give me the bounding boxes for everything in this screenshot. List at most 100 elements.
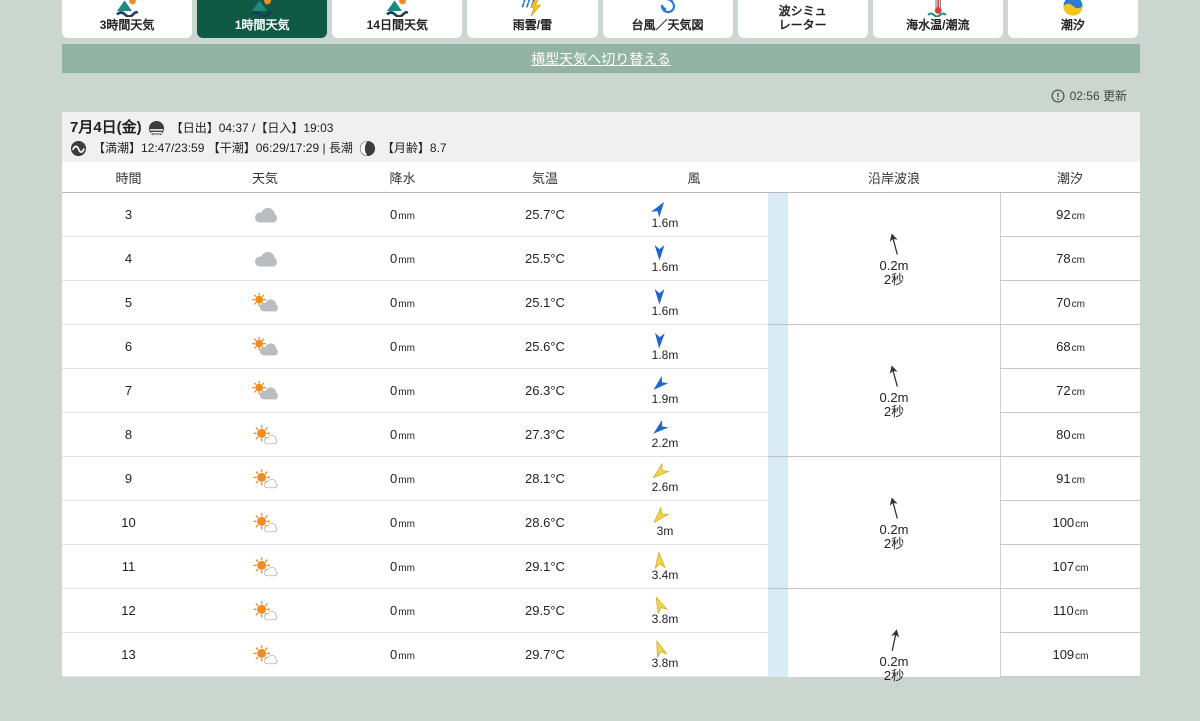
wind-cell: 2.2m	[620, 413, 768, 457]
table-header-row: 時間 天気 降水 気温 風 沿岸波浪 潮汐	[62, 162, 1140, 193]
seatemp-icon	[926, 0, 950, 17]
tab-wave-simulator[interactable]: 波シミュ レーター	[737, 0, 868, 38]
wind-direction-arrow	[651, 288, 668, 305]
header-temp: 気温	[531, 170, 558, 186]
weather-icon-partly	[250, 379, 280, 403]
header-tide: 潮汐	[1056, 170, 1083, 186]
date-label: 7月4日(金)	[70, 119, 142, 136]
sunrise-sunset-times: 【日出】04:37 /【日入】19:03	[170, 121, 334, 135]
tide-cell: 110 cm	[1000, 589, 1140, 633]
weather-icon-cloudy	[250, 203, 280, 227]
temp-cell: 28.1 °C	[470, 457, 620, 501]
wave-group: 0.2m 2秒	[788, 589, 1000, 721]
weather-cell	[195, 281, 335, 325]
weather-cell	[195, 369, 335, 413]
wind-direction-arrow	[650, 551, 668, 569]
hour-cell: 13	[62, 633, 195, 677]
tide-cell: 91 cm	[1000, 457, 1140, 501]
weather-icon-partly	[250, 291, 280, 315]
temp-cell: 26.3 °C	[470, 369, 620, 413]
tab-typhoon-map[interactable]: 台風／天気図	[602, 0, 733, 38]
wave-group: 0.2m 2秒	[788, 457, 1000, 589]
wave-gutter	[768, 369, 788, 413]
header-coastal-waves: 沿岸波浪	[867, 170, 920, 186]
wind-cell: 3.4m	[620, 545, 768, 589]
tab-label: 雨雲/雷	[512, 18, 553, 33]
weather-cell	[195, 545, 335, 589]
weather-nav-tabs: 3時間天気 1時間天気 14日間天気 雨雲/雷 台風／天気図 波シミュ レーター…	[62, 0, 1138, 38]
temp-cell: 25.1 °C	[470, 281, 620, 325]
precip-cell: 0 mm	[335, 589, 470, 633]
moon-age: 【月齢】8.7	[381, 141, 447, 155]
wave-direction-arrow	[884, 361, 903, 389]
tide-cell: 78 cm	[1000, 237, 1140, 281]
header-wind: 風	[687, 170, 701, 186]
wave-period: 2秒	[883, 535, 905, 551]
wave-height: 0.2m	[879, 654, 909, 669]
tide-wave-icon	[70, 140, 87, 157]
temp-cell: 29.7 °C	[470, 633, 620, 677]
rain-icon	[520, 0, 544, 17]
wind-cell: 1.9m	[620, 369, 768, 413]
wind-speed: 3.4m	[651, 567, 679, 582]
tab-label: 1時間天気	[234, 18, 290, 33]
layout-switch-banner: 横型天気へ切り替える	[62, 44, 1140, 73]
moon-phase-icon	[359, 140, 376, 157]
tab-label: 3時間天気	[99, 18, 155, 33]
wave-gutter	[768, 633, 788, 677]
weather-icon-sunny	[250, 599, 280, 623]
wind-direction-arrow	[651, 244, 668, 261]
switch-to-horizontal-link[interactable]: 横型天気へ切り替える	[531, 49, 671, 69]
typhoon-icon	[656, 0, 680, 17]
scene-icon	[115, 0, 139, 17]
temp-cell: 29.5 °C	[470, 589, 620, 633]
hour-cell: 12	[62, 589, 195, 633]
wind-speed: 1.8m	[651, 347, 679, 362]
wind-cell: 1.6m	[620, 193, 768, 237]
header-time: 時間	[115, 170, 142, 186]
tide-cell: 107 cm	[1000, 545, 1140, 589]
temp-cell: 27.3 °C	[470, 413, 620, 457]
hour-cell: 7	[62, 369, 195, 413]
temp-cell: 29.1 °C	[470, 545, 620, 589]
precip-cell: 0 mm	[335, 193, 470, 237]
wave-gutter	[768, 501, 788, 545]
tab-label: 14日間天気	[366, 18, 428, 33]
precip-cell: 0 mm	[335, 501, 470, 545]
weather-icon-sunny	[250, 511, 280, 535]
hourly-weather-table: 時間 天気 降水 気温 風 沿岸波浪 潮汐 0.2m 2秒 0.2m 2秒 0.…	[62, 162, 1140, 683]
wind-cell: 3m	[620, 501, 768, 545]
update-time-text: 02:56 更新	[1069, 89, 1127, 103]
temp-cell: 25.7 °C	[470, 193, 620, 237]
weather-cell	[195, 589, 335, 633]
wave-gutter	[768, 413, 788, 457]
precip-cell: 0 mm	[335, 281, 470, 325]
tab-label: 海水温/潮流	[906, 18, 970, 33]
wave-direction-arrow	[884, 493, 903, 521]
weather-cell	[195, 501, 335, 545]
wind-speed: 1.6m	[651, 215, 679, 230]
tidec-icon	[1061, 0, 1085, 17]
tide-cell: 72 cm	[1000, 369, 1140, 413]
tab-rain-radar[interactable]: 雨雲/雷	[467, 0, 598, 38]
weather-icon-partly	[250, 335, 280, 359]
scene-icon	[385, 0, 409, 17]
tab-sea-temp-current[interactable]: 海水温/潮流	[872, 0, 1003, 38]
weather-cell	[195, 633, 335, 677]
wind-cell: 2.6m	[620, 457, 768, 501]
wave-period: 2秒	[883, 668, 905, 683]
wind-speed: 1.6m	[651, 259, 679, 274]
tab-tide[interactable]: 潮汐	[1007, 0, 1138, 38]
tide-cell: 70 cm	[1000, 281, 1140, 325]
tide-cell: 109 cm	[1000, 633, 1140, 677]
wave-gutter	[768, 193, 788, 237]
tab-label: 潮汐	[1060, 18, 1085, 33]
info-icon	[1051, 89, 1065, 103]
scene-icon	[250, 0, 274, 17]
wind-cell: 3.8m	[620, 633, 768, 677]
tab-14day-weather[interactable]: 14日間天気	[332, 0, 463, 38]
tab-1hour-weather[interactable]: 1時間天気	[197, 0, 328, 38]
wave-column: 0.2m 2秒 0.2m 2秒 0.2m 2秒 0.2m 2秒	[788, 193, 1000, 721]
hour-cell: 6	[62, 325, 195, 369]
tab-3hour-weather[interactable]: 3時間天気	[62, 0, 193, 38]
